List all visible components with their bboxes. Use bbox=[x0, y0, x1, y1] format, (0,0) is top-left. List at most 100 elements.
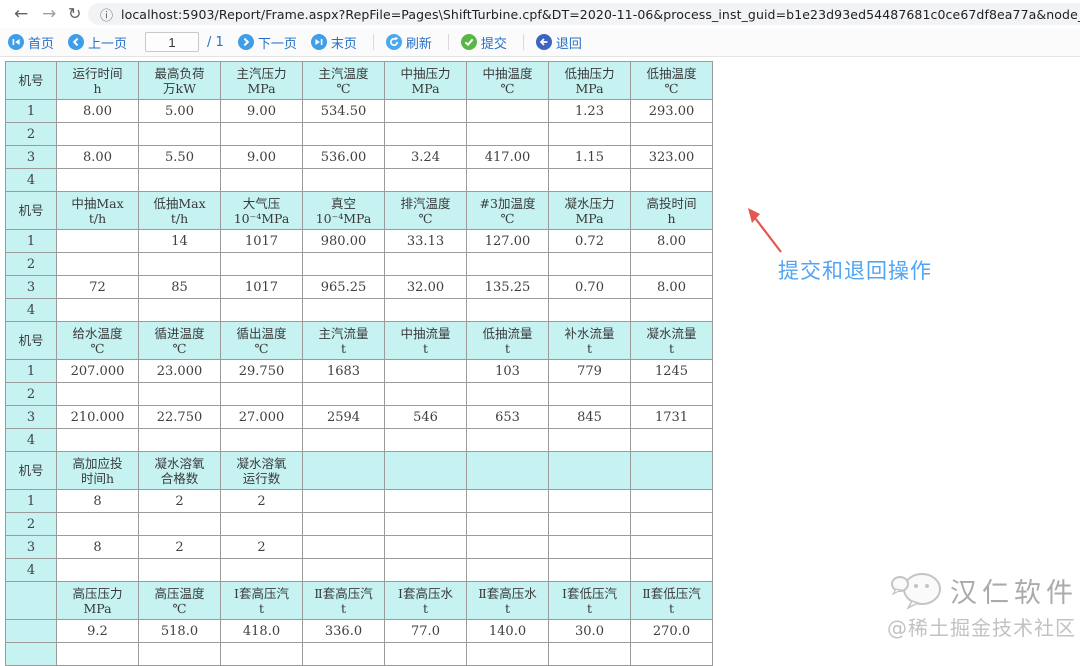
data-cell: 8 bbox=[56, 489, 139, 513]
data-cell: 323.00 bbox=[630, 145, 713, 169]
browser-back-icon[interactable]: ← bbox=[14, 1, 28, 27]
data-cell: 1.15 bbox=[548, 145, 631, 169]
next-page-button[interactable]: 下一页 bbox=[237, 33, 297, 52]
data-cell bbox=[384, 252, 467, 276]
data-cell bbox=[138, 298, 221, 322]
column-header: 中抽压力 MPa bbox=[384, 61, 467, 100]
data-cell: 418.0 bbox=[220, 619, 303, 643]
submit-button[interactable]: 提交 bbox=[460, 33, 507, 52]
data-cell: 518.0 bbox=[138, 619, 221, 643]
data-cell bbox=[630, 122, 713, 146]
data-cell bbox=[630, 428, 713, 452]
first-page-button[interactable]: 首页 bbox=[8, 33, 54, 52]
column-header: 中抽温度 ℃ bbox=[466, 61, 549, 100]
data-cell bbox=[466, 122, 549, 146]
data-cell bbox=[384, 122, 467, 146]
skip-to-last-icon bbox=[310, 34, 327, 50]
data-cell bbox=[138, 382, 221, 406]
data-cell: 8.00 bbox=[56, 99, 139, 123]
browser-reload-icon[interactable]: ↻ bbox=[68, 1, 81, 27]
data-cell bbox=[384, 642, 467, 666]
browser-forward-icon[interactable]: → bbox=[42, 1, 56, 27]
row-id-cell bbox=[5, 642, 57, 666]
table-row: 3 210.000 22.750 27.000 2594 546 653 845 1731 bbox=[5, 405, 713, 429]
data-cell: 2 bbox=[138, 535, 221, 559]
data-cell bbox=[466, 298, 549, 322]
data-cell: 1731 bbox=[630, 405, 713, 429]
row-id-cell: 4 bbox=[5, 428, 57, 452]
prev-page-button[interactable]: 上一页 bbox=[68, 33, 127, 52]
data-cell bbox=[56, 558, 139, 582]
data-cell bbox=[220, 558, 303, 582]
table-row: 9.2 518.0 418.0 336.0 77.0 140.0 30.0 270.0 bbox=[5, 619, 713, 643]
data-cell bbox=[220, 168, 303, 192]
url-text: localhost:5903/Report/Frame.aspx?RepFile… bbox=[121, 6, 1080, 22]
data-cell bbox=[630, 535, 713, 559]
table-row: 4 bbox=[5, 298, 713, 322]
data-cell: 534.50 bbox=[302, 99, 385, 123]
data-cell bbox=[548, 252, 631, 276]
toolbar-divider bbox=[522, 34, 524, 50]
refresh-label: 刷新 bbox=[405, 36, 432, 52]
data-cell bbox=[302, 382, 385, 406]
corner-cell: 机号 bbox=[5, 61, 57, 100]
page-number-input[interactable] bbox=[145, 32, 200, 52]
data-cell bbox=[630, 168, 713, 192]
row-id-cell: 3 bbox=[5, 405, 57, 429]
column-header: 排汽温度 ℃ bbox=[384, 191, 467, 230]
row-id-cell: 4 bbox=[5, 298, 57, 322]
chevron-left-circle-icon bbox=[68, 34, 85, 50]
data-cell bbox=[466, 642, 549, 666]
row-id-cell: 1 bbox=[5, 359, 57, 383]
data-cell: 1.23 bbox=[548, 99, 631, 123]
data-cell bbox=[56, 168, 139, 192]
data-cell bbox=[466, 512, 549, 536]
row-id-cell: 3 bbox=[5, 275, 57, 299]
column-header: 凝水压力 MPa bbox=[548, 191, 631, 230]
refresh-button[interactable]: 刷新 bbox=[385, 33, 432, 52]
data-cell bbox=[138, 512, 221, 536]
data-cell bbox=[138, 252, 221, 276]
submit-label: 提交 bbox=[480, 36, 507, 52]
data-cell bbox=[548, 512, 631, 536]
column-header: #3加温度 ℃ bbox=[466, 191, 549, 230]
row-id-cell: 1 bbox=[5, 99, 57, 123]
data-cell bbox=[302, 512, 385, 536]
report-table: 机号 给水温度 ℃ 循进温度 ℃ 循出温度 ℃ 主汽流量 t 中抽流量 t 低抽流量 t 补水流量 t 凝水流… bbox=[5, 321, 713, 452]
table-row: 1 8.00 5.00 9.00 534.50 1.23 293.00 bbox=[5, 99, 713, 123]
row-id-cell: 4 bbox=[5, 168, 57, 192]
page-info-icon[interactable]: ⓘ bbox=[100, 5, 113, 24]
header-row: 机号 运行时间 h 最高负荷 万kW 主汽压力 MPa 主汽温度 ℃ 中抽压力 MPa 中抽温度 ℃ 低抽… bbox=[5, 61, 713, 100]
column-header: 高投时间 h bbox=[630, 191, 713, 230]
table-row bbox=[5, 642, 713, 666]
data-cell bbox=[466, 558, 549, 582]
column-header: 主汽流量 t bbox=[302, 321, 385, 360]
data-cell bbox=[630, 298, 713, 322]
report-table: 机号 运行时间 h 最高负荷 万kW 主汽压力 MPa 主汽温度 ℃ 中抽压力 MPa 中抽温度 ℃ 低抽… bbox=[5, 61, 713, 192]
return-button[interactable]: 退回 bbox=[535, 33, 582, 52]
data-cell bbox=[548, 382, 631, 406]
column-header: 主汽压力 MPa bbox=[220, 61, 303, 100]
data-cell: 9.2 bbox=[56, 619, 139, 643]
data-cell bbox=[384, 428, 467, 452]
data-cell bbox=[630, 252, 713, 276]
data-cell: 207.000 bbox=[56, 359, 139, 383]
url-bar[interactable]: ⓘ localhost:5903/Report/Frame.aspx?RepFi… bbox=[88, 3, 1080, 25]
table-row: 2 bbox=[5, 122, 713, 146]
table-row: 4 bbox=[5, 558, 713, 582]
data-cell: 210.000 bbox=[56, 405, 139, 429]
annotation-arrow-icon bbox=[748, 208, 782, 253]
row-id-cell bbox=[5, 619, 57, 643]
data-cell bbox=[466, 489, 549, 513]
column-header: 真空 10⁻⁴MPa bbox=[302, 191, 385, 230]
data-cell: 85 bbox=[138, 275, 221, 299]
annotation-text: 提交和退回操作 bbox=[778, 259, 932, 283]
last-page-button[interactable]: 末页 bbox=[310, 33, 357, 52]
data-cell: 270.0 bbox=[630, 619, 713, 643]
data-cell: 417.00 bbox=[466, 145, 549, 169]
data-cell: 1683 bbox=[302, 359, 385, 383]
data-cell: 14 bbox=[138, 229, 221, 253]
data-cell bbox=[220, 382, 303, 406]
data-cell bbox=[302, 642, 385, 666]
last-page-label: 末页 bbox=[330, 36, 357, 52]
